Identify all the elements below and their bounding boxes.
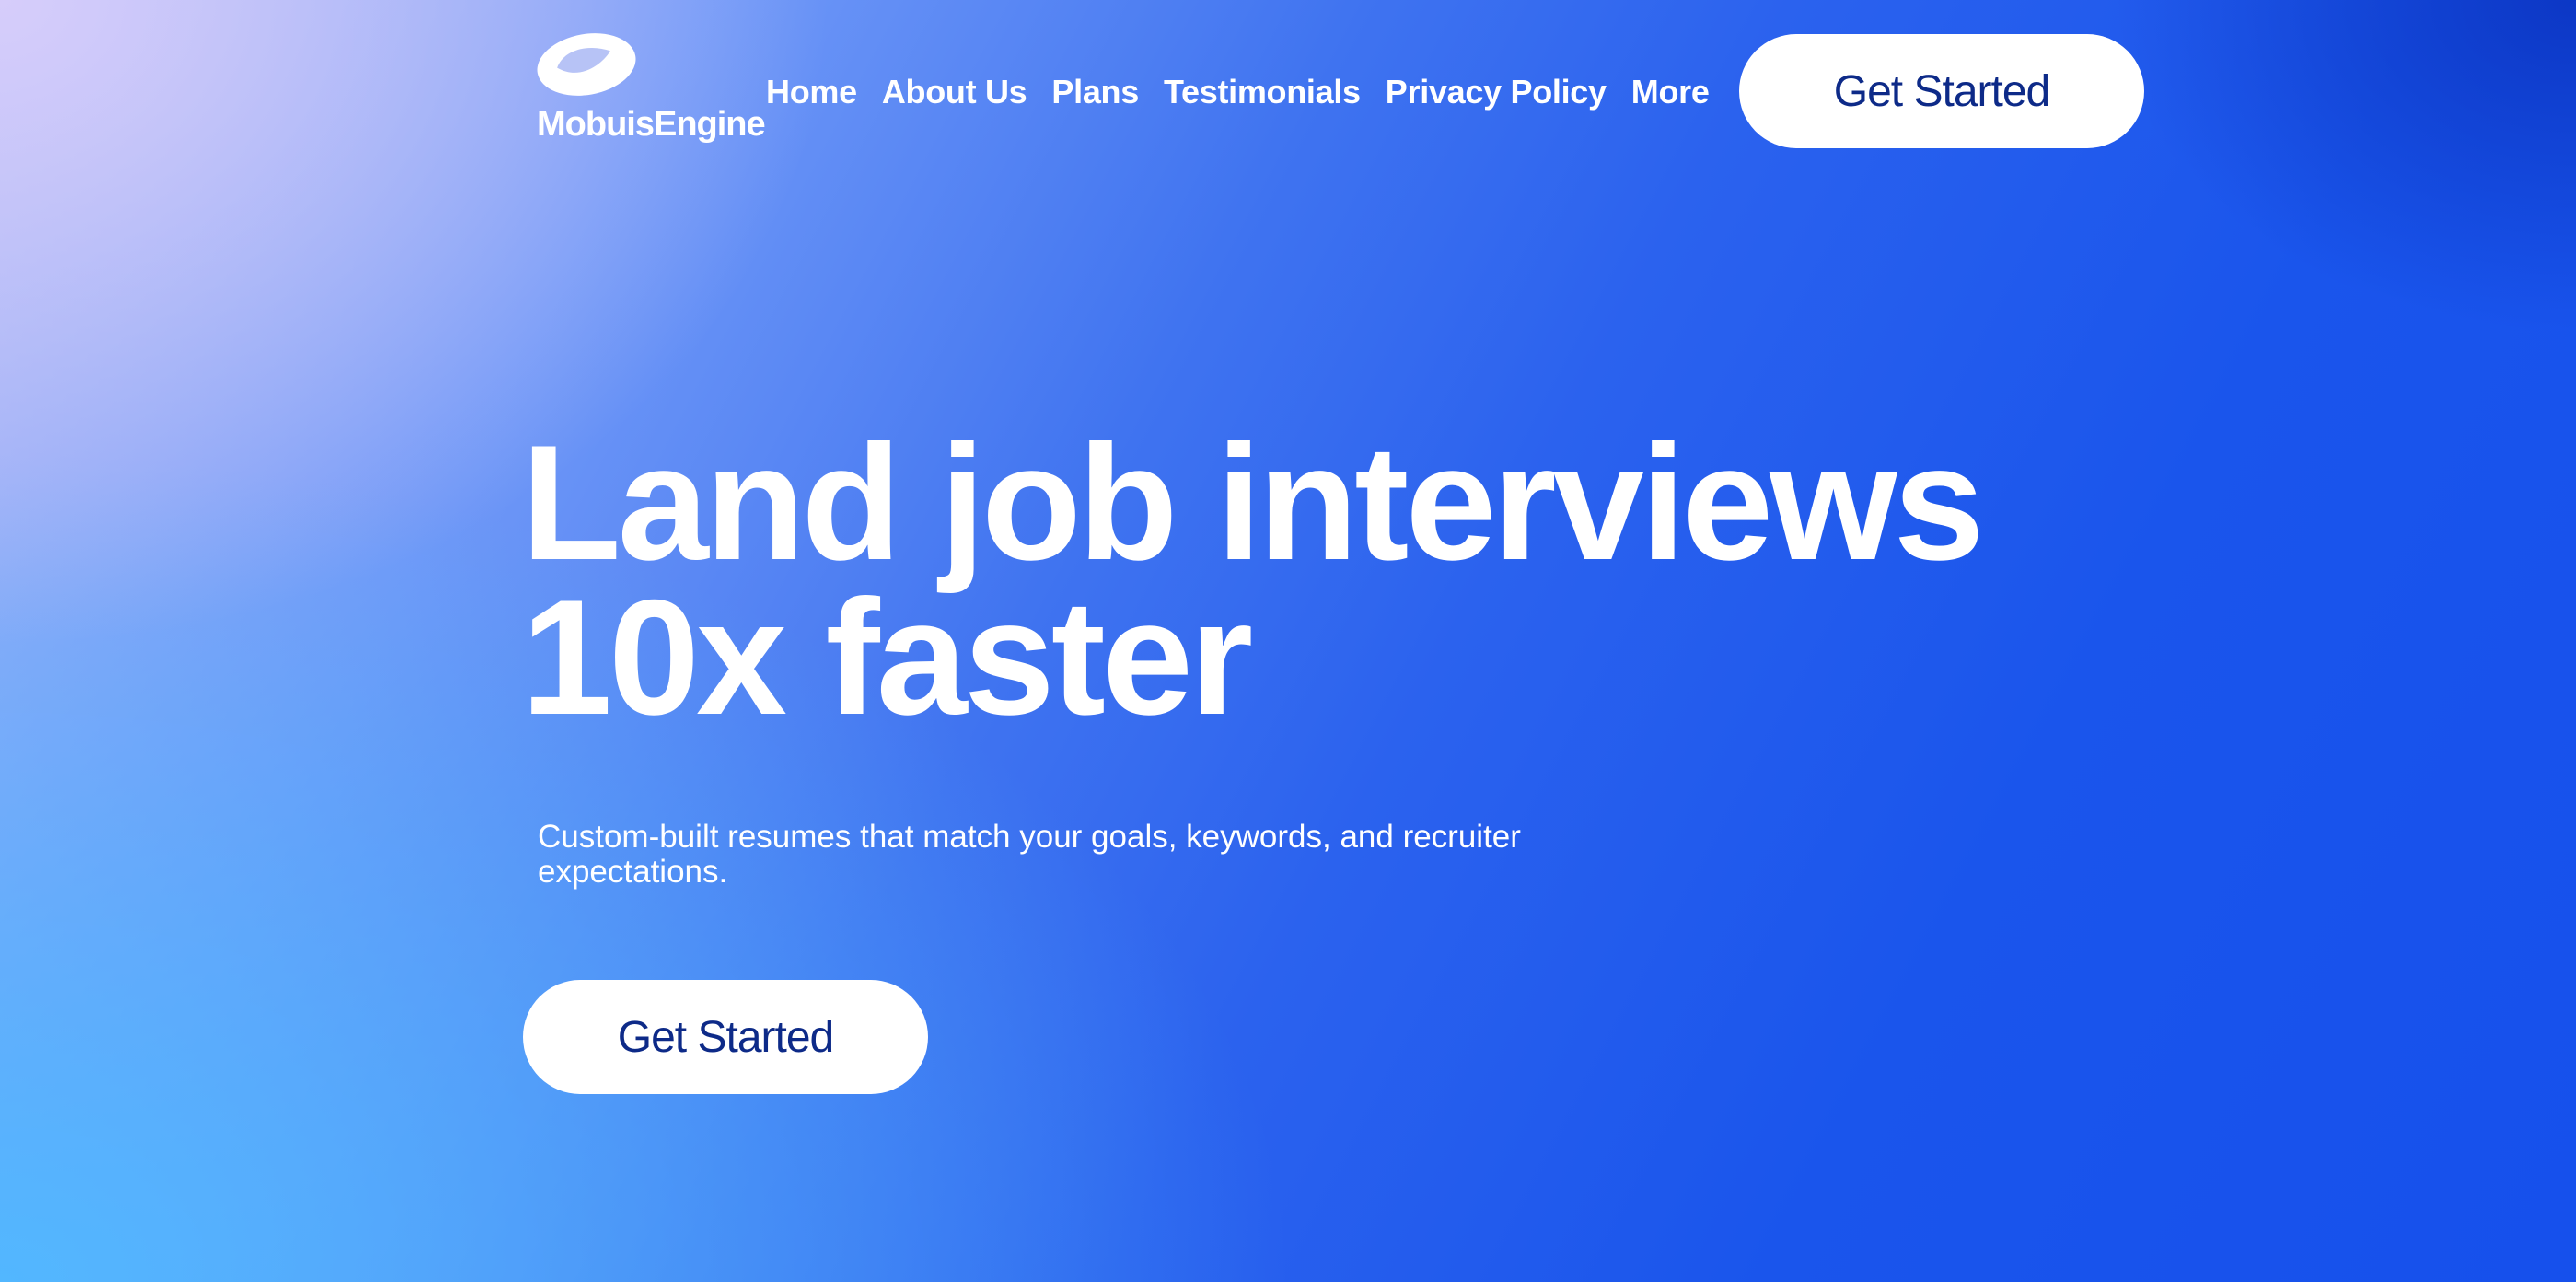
main-nav: Home About Us Plans Testimonials Privacy… bbox=[766, 68, 1710, 116]
brand-name: MobuisEngine bbox=[537, 105, 766, 144]
hero-subtitle-line-1: Custom-built resumes that match your goa… bbox=[538, 819, 1521, 855]
nav-item-privacy-policy[interactable]: Privacy Policy bbox=[1386, 73, 1607, 111]
mobius-ring-icon bbox=[537, 33, 636, 96]
nav-item-testimonials[interactable]: Testimonials bbox=[1164, 73, 1361, 111]
hero-title: Land job interviews 10x faster bbox=[521, 421, 2086, 740]
brand-logo[interactable]: MobuisEngine bbox=[535, 28, 766, 147]
hero-subtitle-line-2: expectations. bbox=[538, 854, 728, 890]
nav-item-more[interactable]: More bbox=[1631, 73, 1710, 111]
nav-item-plans[interactable]: Plans bbox=[1051, 73, 1139, 111]
hero-title-line-2: 10x faster bbox=[521, 565, 1253, 749]
nav-item-about-us[interactable]: About Us bbox=[882, 73, 1027, 111]
hero-get-started-button[interactable]: Get Started bbox=[523, 980, 928, 1094]
hero-subtitle: Custom-built resumes that match your goa… bbox=[538, 820, 1596, 890]
header-get-started-button[interactable]: Get Started bbox=[1739, 34, 2144, 148]
nav-item-home[interactable]: Home bbox=[766, 73, 857, 111]
